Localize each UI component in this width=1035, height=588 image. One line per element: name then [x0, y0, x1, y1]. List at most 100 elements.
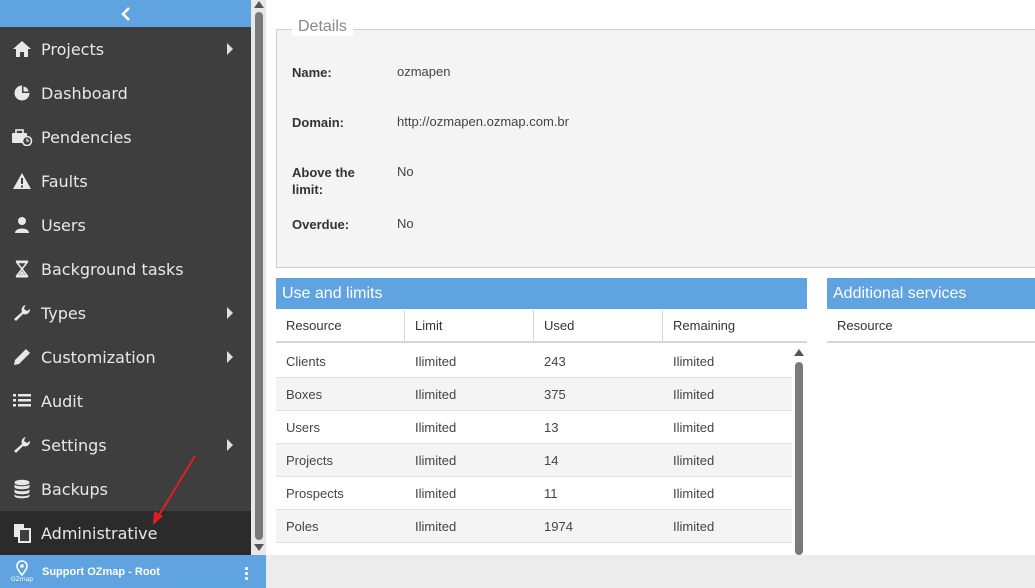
vertical-dots-icon[interactable]	[245, 567, 248, 580]
sidebar-item-faults[interactable]: Faults	[0, 159, 251, 203]
table-cell: 1974	[544, 519, 573, 534]
sidebar-item-label: Faults	[41, 171, 88, 191]
user-name: Support OZmap - Root	[42, 565, 160, 578]
sidebar-item-background-tasks[interactable]: Background tasks	[0, 247, 251, 291]
copy-icon	[11, 522, 33, 544]
sidebar-item-label: Projects	[41, 39, 105, 59]
table-scrollbar[interactable]	[793, 345, 807, 555]
name-value: ozmapen	[397, 64, 451, 79]
additional-services-table-header: Resource	[827, 310, 1035, 343]
above-limit-label: Above the limit:	[292, 165, 355, 197]
table-cell: 375	[544, 387, 566, 402]
briefcase-clock-icon	[11, 126, 33, 148]
wrench-icon	[11, 302, 33, 324]
sidebar-item-pendencies[interactable]: Pendencies	[0, 115, 251, 159]
home-icon	[11, 38, 33, 60]
logo-text: OZmap	[10, 576, 34, 583]
table-row[interactable]: Users Ilimited 13 Ilimited	[276, 411, 792, 444]
sidebar-item-projects[interactable]: Projects	[0, 27, 251, 71]
table-cell: Ilimited	[415, 387, 457, 402]
main-scrollbar[interactable]	[251, 0, 266, 555]
chevron-right-icon	[227, 307, 233, 319]
domain-value: http://ozmapen.ozmap.com.br	[397, 114, 569, 129]
sidebar-item-label: Pendencies	[41, 127, 132, 147]
sidebar-item-label: Users	[41, 215, 86, 235]
list-icon	[11, 390, 33, 412]
table-row[interactable]: Clients Ilimited 243 Ilimited	[276, 345, 792, 378]
table-cell: Ilimited	[673, 519, 715, 534]
overdue-label: Overdue:	[292, 217, 350, 232]
table-row[interactable]: Prospects Ilimited 11 Ilimited	[276, 477, 792, 510]
table-cell: 14	[544, 453, 559, 468]
footer-bar	[266, 555, 1035, 588]
table-cell: Ilimited	[415, 486, 457, 501]
scroll-down-arrow-icon[interactable]	[254, 544, 264, 551]
chevron-right-icon	[227, 439, 233, 451]
table-cell: Ilimited	[415, 354, 457, 369]
sidebar-item-label: Customization	[41, 347, 156, 367]
above-limit-value: No	[397, 164, 414, 179]
scroll-up-arrow-icon[interactable]	[254, 1, 264, 8]
table-cell: Boxes	[286, 387, 323, 402]
table-scroll-up-icon[interactable]	[794, 349, 804, 356]
details-panel	[276, 29, 1035, 268]
domain-label: Domain:	[292, 115, 344, 130]
table-cell: Ilimited	[673, 486, 715, 501]
column-header-resource-additional[interactable]: Resource	[827, 310, 1035, 341]
annotation-arrow-icon	[153, 455, 196, 525]
sidebar-item-administrative[interactable]: Administrative	[0, 511, 251, 555]
sidebar-item-label: Background tasks	[41, 259, 184, 279]
table-cell: Ilimited	[415, 453, 457, 468]
table-cell: Ilimited	[673, 420, 715, 435]
sidebar-item-label: Types	[41, 303, 87, 323]
table-cell: Users	[286, 420, 320, 435]
chevron-right-icon	[227, 43, 233, 55]
column-header-resource[interactable]: Resource	[276, 310, 405, 341]
table-cell: Clients	[286, 354, 326, 369]
table-cell: Ilimited	[673, 387, 715, 402]
map-pin-icon	[16, 560, 28, 576]
sidebar-collapse-button[interactable]	[0, 0, 251, 27]
sidebar-item-customization[interactable]: Customization	[0, 335, 251, 379]
ozmap-logo: OZmap	[7, 560, 37, 583]
use-limits-table-header: Resource Limit Used Remaining	[276, 310, 807, 343]
chevron-left-icon	[120, 6, 130, 21]
user-footer[interactable]: OZmap Support OZmap - Root	[0, 555, 266, 588]
chevron-right-icon	[227, 351, 233, 363]
sidebar-item-types[interactable]: Types	[0, 291, 251, 335]
table-row[interactable]: Projects Ilimited 14 Ilimited	[276, 444, 792, 477]
table-row[interactable]: Poles Ilimited 1974 Ilimited	[276, 510, 792, 543]
use-limits-header: Use and limits	[276, 278, 807, 309]
table-cell: Ilimited	[673, 354, 715, 369]
pie-chart-icon	[11, 82, 33, 104]
table-cell: 13	[544, 420, 559, 435]
sidebar-item-label: Backups	[41, 479, 108, 499]
user-icon	[11, 214, 33, 236]
table-scroll-thumb[interactable]	[795, 362, 803, 555]
additional-services-header: Additional services	[827, 278, 1035, 309]
column-header-limit[interactable]: Limit	[405, 310, 534, 341]
sidebar-item-dashboard[interactable]: Dashboard	[0, 71, 251, 115]
table-cell: Ilimited	[415, 519, 457, 534]
details-legend: Details	[292, 18, 353, 36]
sidebar-item-backups[interactable]: Backups	[0, 467, 251, 511]
table-cell: Prospects	[286, 486, 344, 501]
sidebar-item-label: Dashboard	[41, 83, 128, 103]
sidebar: Projects Dashboard Pendencies Faults Users Ba…	[0, 0, 251, 555]
overdue-value: No	[397, 216, 414, 231]
sidebar-item-label: Settings	[41, 435, 107, 455]
sidebar-item-users[interactable]: Users	[0, 203, 251, 247]
sidebar-item-settings[interactable]: Settings	[0, 423, 251, 467]
sidebar-item-audit[interactable]: Audit	[0, 379, 251, 423]
table-row[interactable]: Boxes Ilimited 375 Ilimited	[276, 378, 792, 411]
column-header-remaining[interactable]: Remaining	[663, 310, 807, 341]
sidebar-item-label: Audit	[41, 391, 83, 411]
table-cell: Ilimited	[673, 453, 715, 468]
table-cell: Poles	[286, 519, 319, 534]
column-header-used[interactable]: Used	[534, 310, 663, 341]
database-icon	[11, 478, 33, 500]
wrench-icon	[11, 434, 33, 456]
main-scroll-thumb[interactable]	[255, 12, 263, 540]
table-cell: 243	[544, 354, 566, 369]
table-cell: 11	[544, 486, 558, 501]
